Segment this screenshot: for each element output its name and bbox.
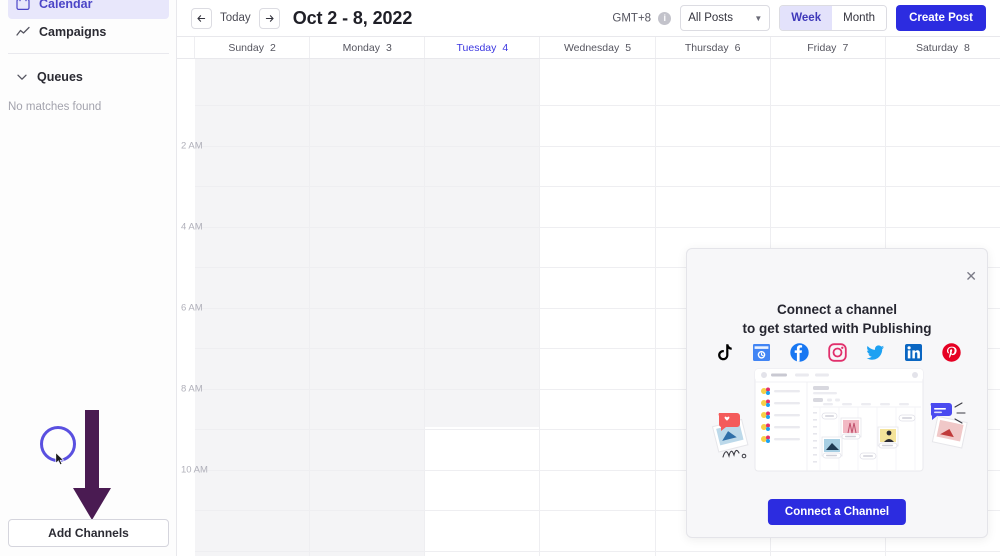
down-arrow-annotation xyxy=(71,410,113,522)
hour-gridline xyxy=(195,146,1000,147)
day-name: Monday xyxy=(342,41,380,54)
sidebar: Calendar Campaigns Queues No matches fou… xyxy=(0,0,177,556)
hour-gridline xyxy=(195,227,1000,228)
hour-gridline xyxy=(195,551,1000,552)
tiktok-icon[interactable] xyxy=(713,342,734,363)
day-number: 7 xyxy=(842,41,849,54)
calendar-icon xyxy=(16,0,30,11)
info-icon[interactable]: i xyxy=(658,11,672,25)
day-header-tuesday[interactable]: Tuesday 4 xyxy=(425,37,541,58)
day-number: 8 xyxy=(964,41,970,54)
publishing-calendar-app: Calendar Campaigns Queues No matches fou… xyxy=(0,0,1000,556)
modal-title: Connect a channel to get started with Pu… xyxy=(687,300,987,338)
sidebar-item-calendar-label: Calendar xyxy=(39,0,93,11)
prev-week-button[interactable] xyxy=(191,7,212,29)
time-label: 6 AM xyxy=(181,302,203,314)
day-name: Tuesday xyxy=(456,41,497,54)
sidebar-item-campaigns-wrap: Campaigns xyxy=(0,17,177,47)
view-mode-week[interactable]: Week xyxy=(780,6,833,30)
chart-line-icon xyxy=(16,25,30,39)
mouse-cursor xyxy=(55,451,66,466)
next-week-button[interactable] xyxy=(258,7,280,29)
calendar-day-header-row: Sunday 2 Monday 3 Tuesday 4 Wednesday 5 … xyxy=(177,36,1000,59)
date-range-title: Oct 2 - 8, 2022 xyxy=(292,7,413,28)
google-business-icon[interactable] xyxy=(751,342,772,363)
day-number: 2 xyxy=(269,41,276,54)
day-header-monday[interactable]: Monday 3 xyxy=(310,37,426,58)
day-name: Thursday xyxy=(684,41,729,54)
channel-icon-row xyxy=(687,342,987,363)
sidebar-section-queues[interactable]: Queues xyxy=(0,64,177,90)
day-header-friday[interactable]: Friday 7 xyxy=(771,37,886,58)
day-number: 5 xyxy=(625,41,632,54)
facebook-icon[interactable] xyxy=(789,342,810,363)
day-number: 3 xyxy=(385,41,392,54)
sidebar-item-campaigns-label: Campaigns xyxy=(39,25,107,39)
post-filter-select[interactable]: All Posts ▼ xyxy=(680,5,771,31)
post-filter-value: All Posts xyxy=(688,12,734,24)
time-label: 2 AM xyxy=(181,140,203,152)
instagram-icon[interactable] xyxy=(827,342,848,363)
time-label: 8 AM xyxy=(181,383,203,395)
day-name: Sunday xyxy=(228,41,264,54)
publishing-calendar-illustration xyxy=(703,365,973,475)
queues-empty-state: No matches found xyxy=(8,101,102,113)
add-channels-button[interactable]: Add Channels xyxy=(8,519,169,547)
twitter-icon[interactable] xyxy=(865,342,886,363)
close-icon[interactable]: ✕ xyxy=(965,269,977,283)
toolbar: Today Oct 2 - 8, 2022 GMT+8 i All Posts … xyxy=(177,0,1000,36)
hour-gridline xyxy=(195,186,1000,187)
modal-title-line1: Connect a channel xyxy=(776,302,898,317)
sidebar-item-campaigns[interactable]: Campaigns xyxy=(8,17,169,47)
day-number: 6 xyxy=(734,41,741,54)
chevron-down-icon xyxy=(16,71,28,83)
modal-title-line2: to get started with Publishing xyxy=(742,321,932,336)
sidebar-divider xyxy=(8,53,169,54)
day-header-sunday[interactable]: Sunday 2 xyxy=(195,37,311,58)
day-header-thursday[interactable]: Thursday 6 xyxy=(656,37,771,58)
today-button[interactable]: Today xyxy=(220,12,251,24)
pinterest-icon[interactable] xyxy=(941,342,962,363)
hour-gridline xyxy=(195,105,1000,106)
day-name: Wednesday xyxy=(563,41,620,54)
add-channels-wrap: Add Channels xyxy=(8,519,169,547)
day-header-saturday[interactable]: Saturday 8 xyxy=(886,37,1000,58)
view-mode-switch: Week Month xyxy=(779,5,888,31)
day-header-wednesday[interactable]: Wednesday 5 xyxy=(540,37,656,58)
day-number: 4 xyxy=(502,41,509,54)
timezone-value: GMT+8 xyxy=(612,12,652,24)
timezone-label: GMT+8 i xyxy=(612,11,672,25)
time-label: 4 AM xyxy=(181,221,203,233)
toolbar-right: GMT+8 i All Posts ▼ Week Month Create Po… xyxy=(612,5,986,31)
chevron-down-icon: ▼ xyxy=(754,13,763,23)
linkedin-icon[interactable] xyxy=(903,342,924,363)
view-mode-month[interactable]: Month xyxy=(832,6,887,30)
connect-channel-button[interactable]: Connect a Channel xyxy=(767,499,907,525)
day-name: Friday xyxy=(807,41,837,54)
time-gutter-header xyxy=(177,37,195,58)
day-name: Saturday xyxy=(915,41,958,54)
connect-channel-modal: ✕ Connect a channel to get started with … xyxy=(686,248,988,538)
queues-label: Queues xyxy=(37,70,83,84)
create-post-button[interactable]: Create Post xyxy=(896,5,986,31)
time-label: 10 AM xyxy=(181,464,208,476)
